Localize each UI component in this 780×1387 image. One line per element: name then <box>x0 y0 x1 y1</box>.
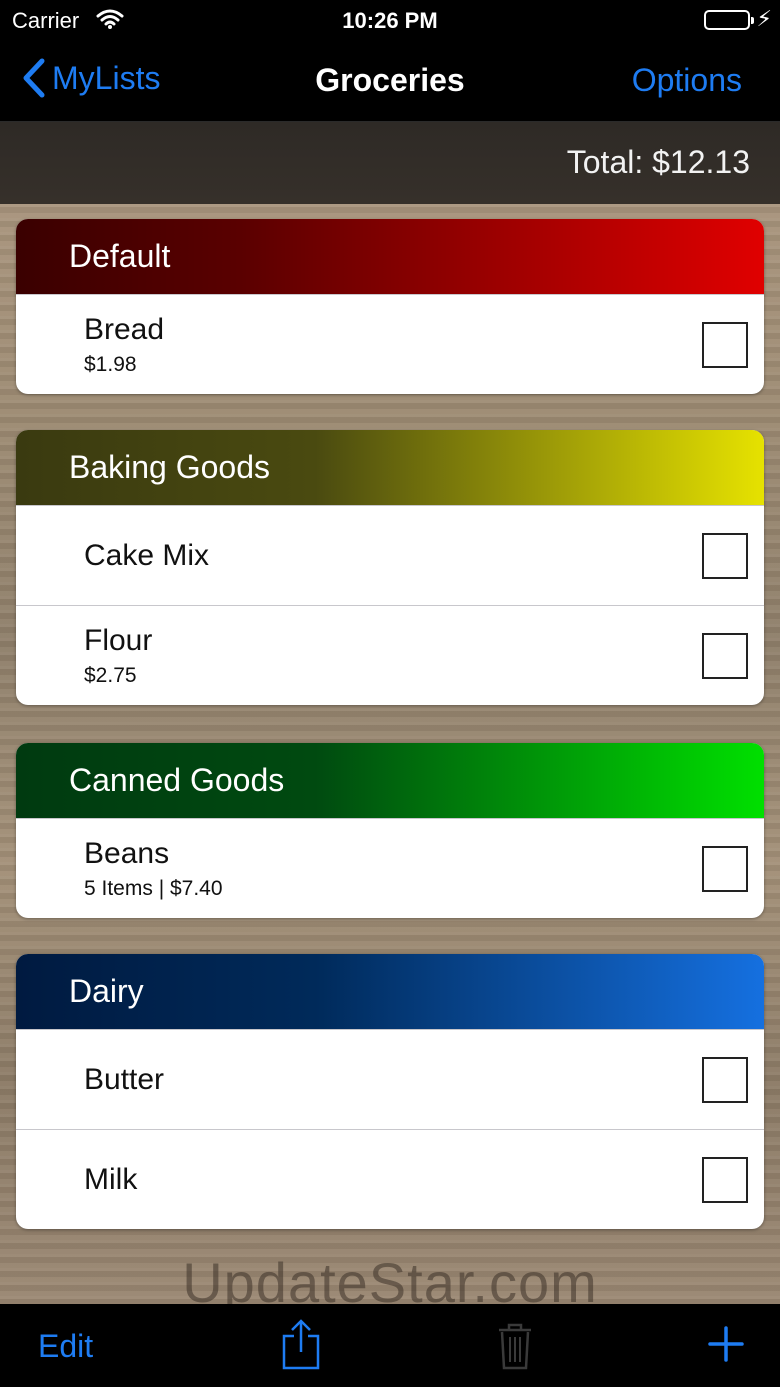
edit-button[interactable]: Edit <box>38 1328 93 1365</box>
section-header[interactable]: Default <box>16 219 764 294</box>
item-name: Beans <box>84 837 170 870</box>
plus-icon[interactable] <box>708 1326 744 1367</box>
list-item[interactable]: Beans 5 Items | $7.40 <box>16 818 764 918</box>
item-detail: $1.98 <box>84 353 137 376</box>
item-name: Milk <box>84 1163 138 1196</box>
share-icon[interactable] <box>281 1318 321 1375</box>
charging-icon: ⚡ <box>756 6 772 31</box>
trash-icon[interactable] <box>497 1322 533 1375</box>
nav-bar: MyLists Groceries Options <box>0 40 780 122</box>
item-checkbox[interactable] <box>702 533 748 579</box>
total-bar: Total: $12.13 <box>0 122 780 204</box>
section-baking-goods: Baking Goods Cake Mix Flour $2.75 <box>16 430 764 705</box>
item-detail: 5 Items | $7.40 <box>84 877 223 900</box>
bottom-toolbar: Edit <box>0 1304 780 1387</box>
item-checkbox[interactable] <box>702 1157 748 1203</box>
item-checkbox[interactable] <box>702 1057 748 1103</box>
section-default: Default Bread $1.98 <box>16 219 764 394</box>
section-header[interactable]: Baking Goods <box>16 430 764 505</box>
item-name: Cake Mix <box>84 539 210 572</box>
total-label: Total: $12.13 <box>566 144 750 180</box>
item-detail: $2.75 <box>84 664 137 687</box>
status-time: 10:26 PM <box>342 8 438 33</box>
section-title: Baking Goods <box>69 449 271 485</box>
list-item[interactable]: Bread $1.98 <box>16 294 764 394</box>
item-name: Flour <box>84 624 153 657</box>
section-dairy: Dairy Butter Milk <box>16 954 764 1229</box>
battery-icon <box>704 10 754 30</box>
list-item[interactable]: Milk <box>16 1129 764 1229</box>
item-checkbox[interactable] <box>702 846 748 892</box>
options-button[interactable]: Options <box>632 62 742 99</box>
section-title: Canned Goods <box>69 762 285 798</box>
section-title: Dairy <box>69 973 144 1009</box>
item-checkbox[interactable] <box>702 322 748 368</box>
section-title: Default <box>69 238 171 274</box>
section-header[interactable]: Dairy <box>16 954 764 1029</box>
list-content: Default Bread $1.98 Baking Goods Cake Mi… <box>0 204 780 1304</box>
section-header[interactable]: Canned Goods <box>16 743 764 818</box>
section-canned-goods: Canned Goods Beans 5 Items | $7.40 <box>16 743 764 918</box>
list-item[interactable]: Butter <box>16 1029 764 1129</box>
list-item[interactable]: Cake Mix <box>16 505 764 605</box>
item-checkbox[interactable] <box>702 633 748 679</box>
item-name: Bread <box>84 313 165 346</box>
item-name: Butter <box>84 1063 165 1096</box>
list-item[interactable]: Flour $2.75 <box>16 605 764 705</box>
status-bar: Carrier 10:26 PM ⚡ <box>0 0 780 40</box>
